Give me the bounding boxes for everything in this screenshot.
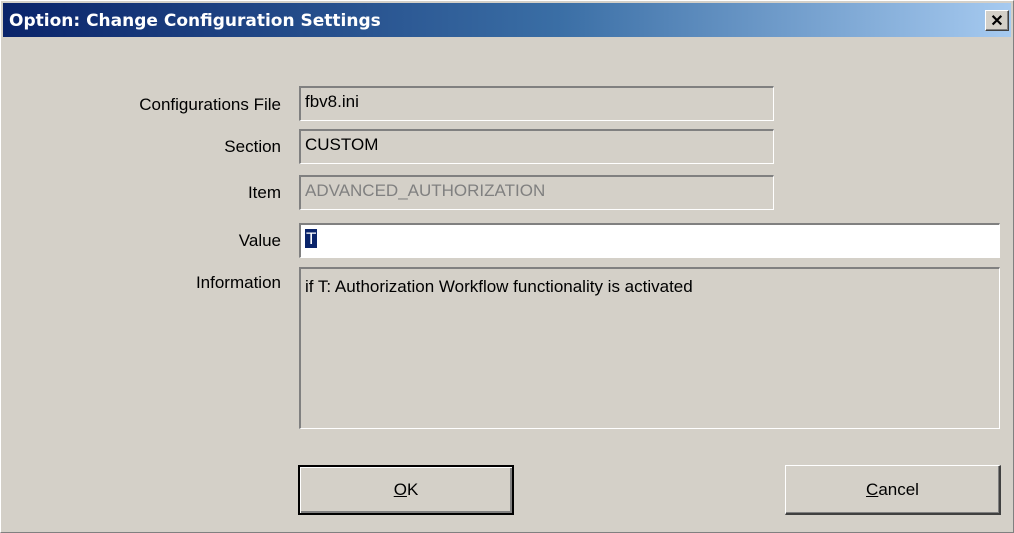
- information-box[interactable]: if T: Authorization Workflow functionali…: [299, 267, 1000, 429]
- ok-button[interactable]: OK: [298, 465, 514, 515]
- dialog-window: Option: Change Configuration Settings ✕ …: [0, 0, 1014, 533]
- title-bar[interactable]: Option: Change Configuration Settings ✕: [3, 3, 1011, 37]
- value-label: Value: [238, 231, 281, 250]
- window-title: Option: Change Configuration Settings: [9, 11, 381, 31]
- item-value: ADVANCED_AUTHORIZATION: [305, 181, 546, 200]
- section-value: CUSTOM: [305, 135, 379, 154]
- config-file-field[interactable]: fbv8.ini: [299, 86, 774, 121]
- cancel-label-rest: ancel: [878, 479, 919, 499]
- ok-mnemonic: O: [393, 480, 407, 499]
- close-button[interactable]: ✕: [985, 10, 1009, 31]
- close-icon: ✕: [990, 12, 1004, 30]
- section-field[interactable]: CUSTOM: [299, 129, 774, 164]
- cancel-mnemonic: C: [866, 479, 879, 499]
- value-selected-text: T: [305, 229, 318, 248]
- config-file-value: fbv8.ini: [305, 92, 359, 111]
- cancel-button[interactable]: Cancel: [785, 465, 1001, 515]
- ok-label-rest: K: [406, 480, 419, 499]
- item-label: Item: [247, 183, 281, 202]
- value-input[interactable]: T: [299, 223, 1000, 258]
- config-file-label: Configurations File: [139, 95, 281, 114]
- section-label: Section: [224, 137, 281, 156]
- information-label: Information: [195, 273, 281, 292]
- item-field[interactable]: ADVANCED_AUTHORIZATION: [299, 175, 774, 210]
- information-text: if T: Authorization Workflow functionali…: [305, 277, 693, 296]
